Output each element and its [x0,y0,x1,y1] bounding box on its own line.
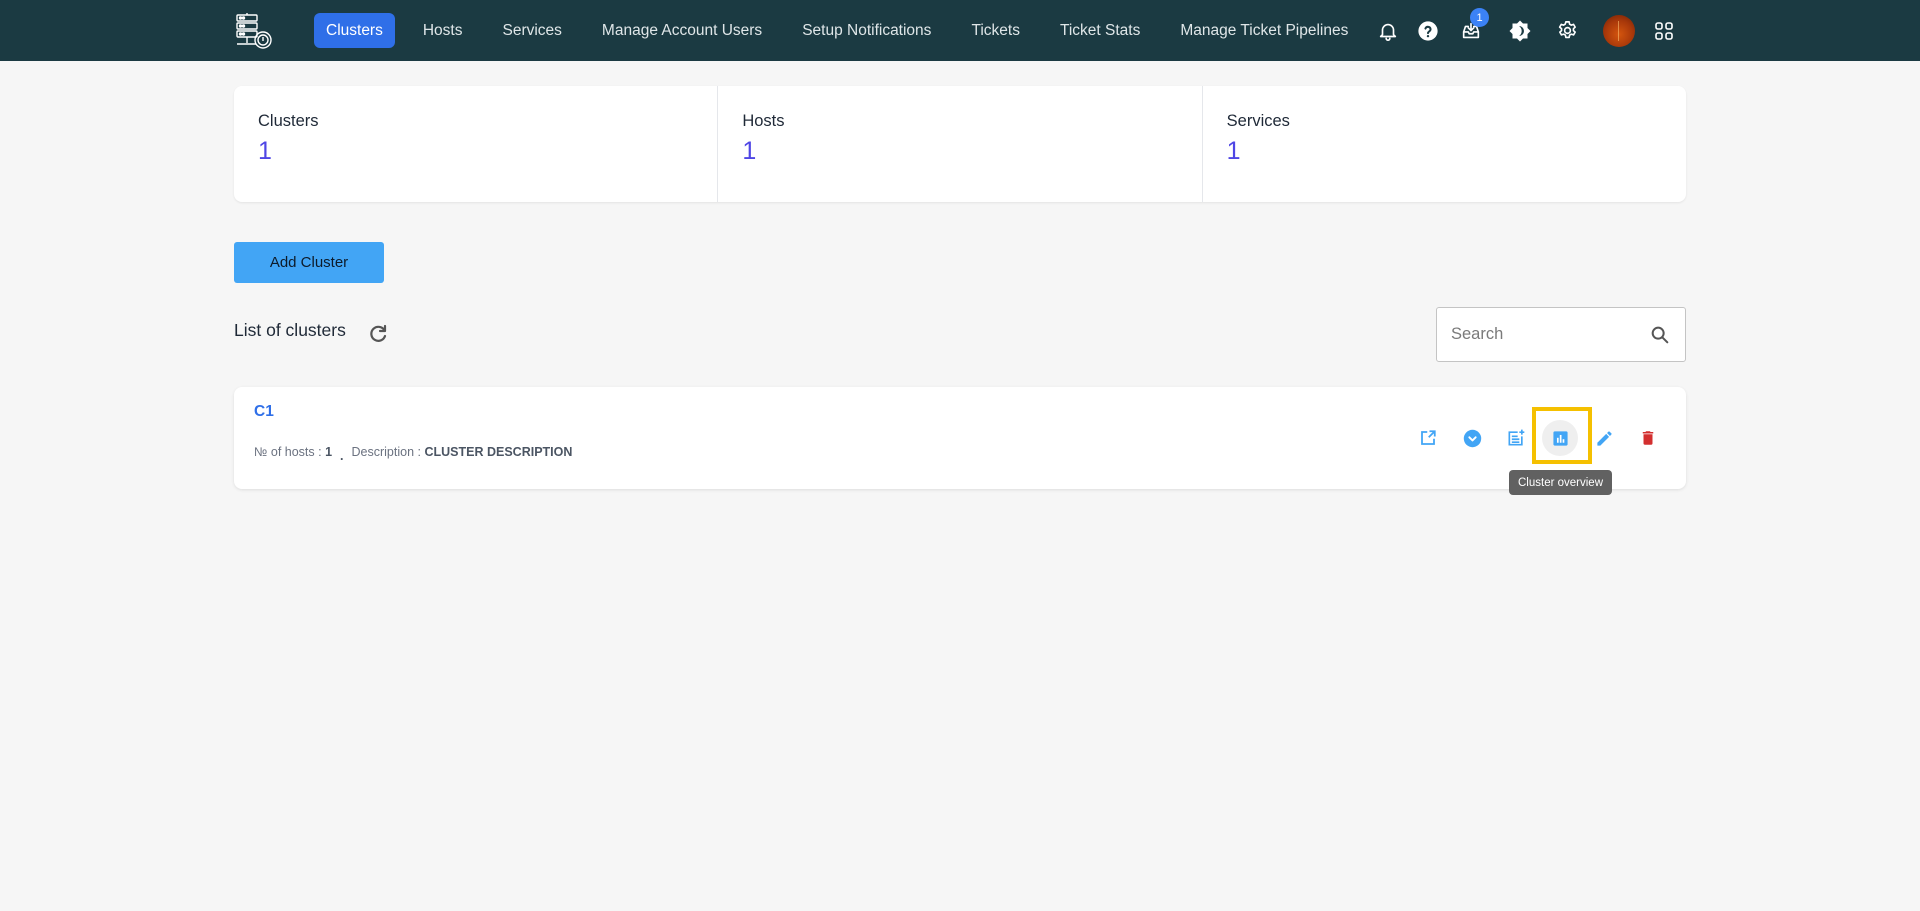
top-navbar: Clusters Hosts Services Manage Account U… [0,0,1920,61]
stat-services: Services 1 [1203,86,1686,202]
open-cluster-button[interactable] [1414,424,1442,452]
search-icon[interactable] [1649,324,1671,346]
search-input[interactable] [1451,308,1641,361]
chevron-down-circle-icon [1463,429,1481,447]
stat-label: Services [1226,112,1290,130]
hosts-count: 1 [325,445,333,459]
add-cluster-button[interactable]: Add Cluster [234,242,384,283]
help-icon [1417,20,1438,41]
stat-value: 1 [258,137,272,165]
settings-icon [1558,21,1576,39]
edit-cluster-button[interactable] [1590,424,1618,452]
apps-grid-icon [1654,21,1673,40]
focus-highlight-box [1532,407,1592,464]
stat-label: Clusters [258,112,319,130]
trash-icon [1642,431,1654,445]
inbox-button[interactable]: 1 [1452,8,1489,49]
user-avatar-button[interactable] [1600,12,1637,49]
navbar-icons: 1 [0,8,1920,49]
description-label: Description : [351,445,425,459]
stat-label: Hosts [742,112,785,130]
search-field[interactable] [1436,307,1686,362]
cluster-overview-tooltip: Cluster overview [1509,470,1612,495]
inbox-badge: 1 [1470,8,1489,27]
stat-value: 1 [742,137,757,165]
stat-value: 1 [1226,137,1241,165]
cluster-row: C1 № of hosts : 1. Description : CLUSTER … [234,387,1686,489]
open-external-icon [1421,430,1436,445]
list-title: List of clusters [234,320,346,340]
stat-clusters: Clusters 1 [234,86,719,202]
cluster-description: CLUSTER DESCRIPTION [424,445,573,459]
theme-toggle-icon [1509,20,1530,41]
delete-cluster-button[interactable] [1634,424,1662,452]
notifications-button[interactable] [1369,12,1406,49]
avatar [1602,14,1635,47]
add-note-button[interactable] [1502,424,1530,452]
hosts-label: № of hosts : [254,445,326,459]
help-button[interactable] [1409,12,1446,49]
stat-hosts: Hosts 1 [718,86,1203,202]
meta-separator: . [340,449,344,463]
cluster-name-link[interactable]: C1 [254,403,274,421]
add-note-icon [1508,429,1525,446]
apps-button[interactable] [1645,12,1682,49]
cluster-meta: № of hosts : 1. Description : CLUSTER DES… [254,445,573,463]
settings-button[interactable] [1549,12,1586,49]
stats-summary: Clusters 1 Hosts 1 Services 1 [234,86,1686,202]
refresh-icon[interactable] [366,322,390,346]
pencil-icon [1596,430,1612,446]
expand-cluster-button[interactable] [1458,424,1486,452]
theme-toggle-button[interactable] [1501,12,1538,49]
bell-icon [1379,23,1396,41]
